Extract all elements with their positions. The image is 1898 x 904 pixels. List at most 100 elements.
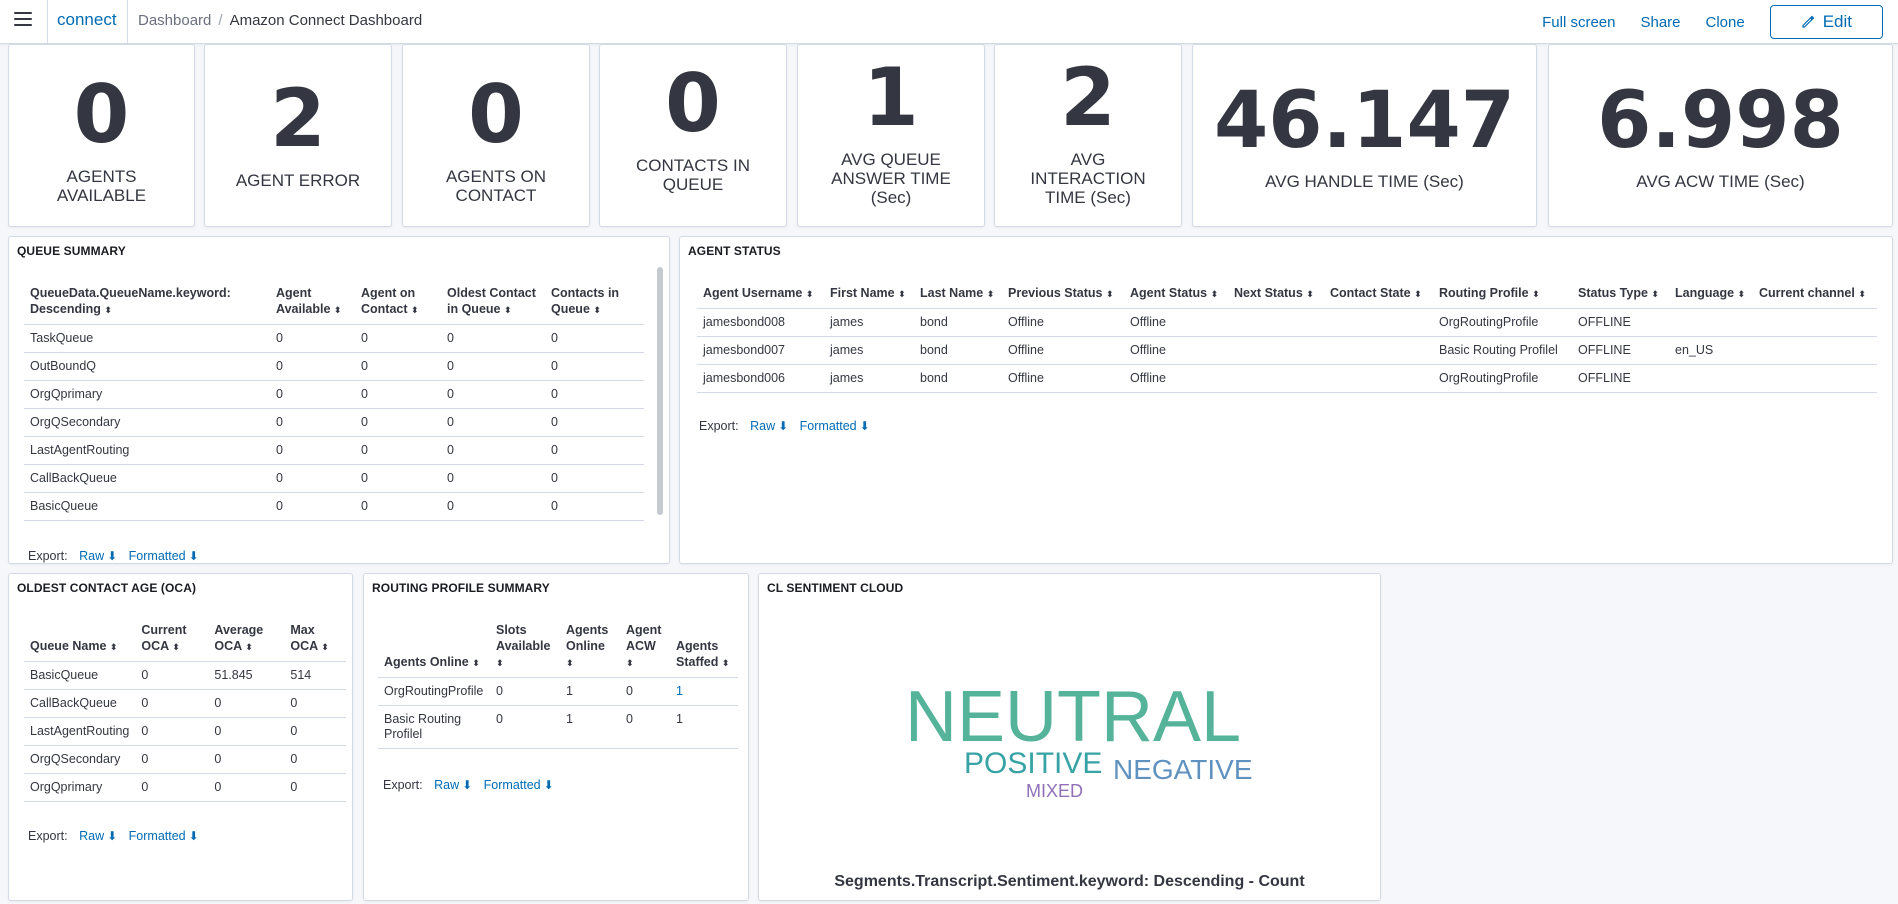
table-cell: BasicQueue (24, 661, 136, 690)
table-cell: 51.845 (208, 661, 285, 690)
table-cell: 0 (355, 352, 441, 381)
clone-button[interactable]: Clone (1706, 14, 1745, 31)
cloud-word-mixed[interactable]: MIXED (1026, 781, 1083, 802)
export-raw-link[interactable]: Raw ⬇ (750, 419, 788, 433)
export-links: Export: Raw ⬇ Formatted ⬇ (28, 549, 199, 563)
column-header[interactable]: QueueData.QueueName.keyword: Descending … (24, 281, 270, 325)
agent-status-table: Agent Username ⬍ First Name ⬍ Last Name … (697, 281, 1877, 393)
table-cell: james (824, 364, 914, 393)
breadcrumb-dashboard[interactable]: Dashboard (138, 12, 211, 29)
column-header[interactable]: Agents Online ⬍ (378, 618, 490, 678)
column-header[interactable]: Routing Profile ⬍ (1433, 281, 1572, 309)
column-header[interactable]: Agents Staffed ⬍ (670, 618, 738, 678)
table-cell: OutBoundQ (24, 352, 270, 381)
table-cell: Basic Routing Profilel (378, 705, 490, 749)
column-header[interactable]: Agents Online ⬍ (560, 618, 620, 678)
column-header[interactable]: Previous Status ⬍ (1002, 281, 1124, 309)
column-header[interactable]: Agent ACW ⬍ (620, 618, 670, 678)
breadcrumb: Dashboard / Amazon Connect Dashboard (138, 12, 422, 29)
table-cell: 0 (545, 352, 644, 381)
column-header[interactable]: Slots Available ⬍ (490, 618, 560, 678)
table-cell: 1 (670, 677, 738, 706)
column-header[interactable]: Language ⬍ (1669, 281, 1753, 309)
column-header[interactable]: Status Type ⬍ (1572, 281, 1669, 309)
table-cell: 0 (135, 745, 209, 774)
column-header[interactable]: Agent Available ⬍ (270, 281, 355, 325)
column-header[interactable]: Last Name ⬍ (914, 281, 1002, 309)
download-icon: ⬇ (859, 419, 870, 433)
sort-icon: ⬍ (496, 658, 504, 668)
table-cell: OrgQSecondary (24, 745, 136, 774)
sort-icon: ⬍ (986, 289, 995, 299)
table-cell: 0 (545, 464, 644, 493)
export-raw-link[interactable]: Raw ⬇ (79, 829, 117, 843)
column-header-label: Current OCA (141, 623, 187, 653)
column-header[interactable]: Next Status ⬍ (1228, 281, 1324, 309)
table-cell: 0 (284, 689, 346, 718)
table-cell: 0 (441, 352, 545, 381)
column-header[interactable]: First Name ⬍ (824, 281, 914, 309)
column-header[interactable]: Current channel ⬍ (1753, 281, 1877, 309)
panel-title: AGENT STATUS (688, 244, 781, 258)
metric-avg-acw-time: 6.998 AVG ACW TIME (Sec) (1548, 44, 1893, 227)
app-brand[interactable]: connect (47, 0, 128, 44)
table-cell: 0 (355, 324, 441, 353)
edit-button[interactable]: Edit (1769, 5, 1883, 39)
sort-icon: ⬍ (109, 642, 118, 652)
metric-label: AVG INTERACTION TIME (Sec) (1030, 150, 1146, 207)
column-header[interactable]: Agent on Contact ⬍ (355, 281, 441, 325)
full-screen-button[interactable]: Full screen (1542, 14, 1615, 31)
column-header[interactable]: Current OCA ⬍ (135, 618, 209, 662)
export-link-label: Formatted (128, 829, 186, 843)
table-cell: bond (914, 308, 1002, 337)
table-cell: OrgRoutingProfile (1433, 364, 1572, 393)
table-row: jamesbond007 james bond Offline Offline Basic… (697, 336, 1877, 365)
table-row: OrgQSecondary 0 0 0 (24, 745, 346, 774)
share-button[interactable]: Share (1640, 14, 1680, 31)
cloud-word-negative[interactable]: NEGATIVE (1113, 754, 1253, 786)
scrollbar[interactable] (657, 267, 663, 515)
column-header[interactable]: Oldest Contact in Queue ⬍ (441, 281, 545, 325)
table-cell: Offline (1002, 336, 1124, 365)
export-formatted-link[interactable]: Formatted ⬇ (129, 829, 199, 843)
table-cell: OFFLINE (1572, 308, 1669, 337)
column-header[interactable]: Contact State ⬍ (1324, 281, 1433, 309)
column-header[interactable]: Queue Name ⬍ (24, 618, 136, 662)
column-header[interactable]: Contacts in Queue ⬍ (545, 281, 644, 325)
column-header[interactable]: Max OCA ⬍ (284, 618, 346, 662)
export-raw-link[interactable]: Raw ⬇ (434, 778, 472, 792)
sort-icon: ⬍ (1858, 289, 1866, 299)
column-header-label: Routing Profile (1439, 286, 1529, 300)
column-header-label: Last Name (920, 286, 984, 300)
cloud-word-neutral[interactable]: NEUTRAL (905, 676, 1241, 758)
metric-value: 0 (665, 56, 721, 150)
table-cell (1324, 308, 1433, 337)
table-cell: 0 (620, 705, 670, 749)
table-cell: james (824, 308, 914, 337)
export-formatted-link[interactable]: Formatted ⬇ (800, 419, 870, 433)
export-formatted-link[interactable]: Formatted ⬇ (129, 549, 199, 563)
column-header[interactable]: Agent Username ⬍ (697, 281, 824, 309)
column-header[interactable]: Agent Status ⬍ (1124, 281, 1228, 309)
column-header-label: Slots Available (496, 623, 551, 653)
hamburger-menu-icon[interactable] (14, 12, 32, 28)
table-cell: LastAgentRouting (24, 436, 270, 465)
table-cell: 0 (208, 717, 285, 746)
panel-title: OLDEST CONTACT AGE (OCA) (17, 581, 197, 595)
export-formatted-link[interactable]: Formatted ⬇ (484, 778, 554, 792)
table-cell: OrgRoutingProfile (378, 677, 490, 706)
metric-label: CONTACTS IN QUEUE (636, 155, 750, 194)
edit-button-label: Edit (1822, 12, 1852, 31)
download-icon: ⬇ (543, 778, 554, 792)
table-cell: TaskQueue (24, 324, 270, 353)
table-cell: 0 (284, 717, 346, 746)
table-cell: jamesbond007 (697, 336, 824, 365)
table-row: TaskQueue 0 0 0 0 (24, 324, 644, 353)
column-header[interactable]: Average OCA ⬍ (208, 618, 285, 662)
metric-label: AGENTS ON CONTACT (445, 166, 547, 205)
table-row: OrgQSecondary 0 0 0 0 (24, 408, 644, 437)
cloud-word-positive[interactable]: POSITIVE (964, 747, 1102, 781)
metric-avg-interaction-time: 2 AVG INTERACTION TIME (Sec) (994, 44, 1182, 227)
export-link-label: Formatted (799, 419, 857, 433)
export-raw-link[interactable]: Raw ⬇ (79, 549, 117, 563)
